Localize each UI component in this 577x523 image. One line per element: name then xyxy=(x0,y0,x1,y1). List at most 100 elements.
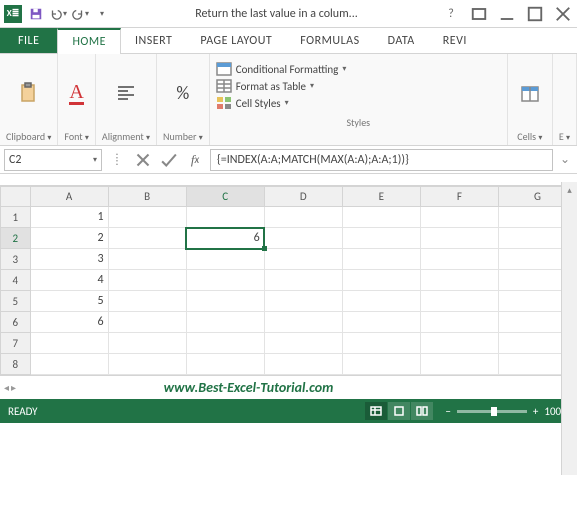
cell-C5[interactable] xyxy=(186,291,264,312)
expand-formula-bar-button[interactable]: ⌄ xyxy=(557,152,573,167)
tab-data[interactable]: DATA xyxy=(374,28,429,53)
cell-D4[interactable] xyxy=(264,270,342,291)
cell-E8[interactable] xyxy=(342,354,420,375)
row-header-8[interactable]: 8 xyxy=(1,354,31,375)
save-button[interactable] xyxy=(26,4,46,24)
cell-E2[interactable] xyxy=(342,228,420,249)
col-header-D[interactable]: D xyxy=(264,187,342,207)
cell-E5[interactable] xyxy=(342,291,420,312)
tab-insert[interactable]: INSERT xyxy=(121,28,186,53)
col-header-B[interactable]: B xyxy=(108,187,186,207)
row-header-4[interactable]: 4 xyxy=(1,270,31,291)
paste-button[interactable] xyxy=(13,79,45,107)
redo-button[interactable]: ▾ xyxy=(70,4,90,24)
cell-F3[interactable] xyxy=(420,249,498,270)
cell-F8[interactable] xyxy=(420,354,498,375)
undo-button[interactable]: ▾ xyxy=(48,4,68,24)
col-header-F[interactable]: F xyxy=(420,187,498,207)
cell-D2[interactable] xyxy=(264,228,342,249)
cell-A7[interactable] xyxy=(30,333,108,354)
ribbon-display-button[interactable] xyxy=(469,4,489,24)
cell-C1[interactable] xyxy=(186,207,264,228)
zoom-slider[interactable] xyxy=(457,410,527,413)
row-header-2[interactable]: 2 xyxy=(1,228,31,249)
tab-home[interactable]: HOME xyxy=(57,28,121,54)
formula-input[interactable]: {=INDEX(A:A;MATCH(MAX(A:A);A:A;1))} xyxy=(210,149,553,171)
page-break-view-button[interactable] xyxy=(411,402,433,420)
row-header-3[interactable]: 3 xyxy=(1,249,31,270)
cell-B8[interactable] xyxy=(108,354,186,375)
col-header-C[interactable]: C xyxy=(186,187,264,207)
row-header-5[interactable]: 5 xyxy=(1,291,31,312)
cell-A3[interactable]: 3 xyxy=(30,249,108,270)
col-header-E[interactable]: E xyxy=(342,187,420,207)
cell-D1[interactable] xyxy=(264,207,342,228)
cell-D6[interactable] xyxy=(264,312,342,333)
cell-F5[interactable] xyxy=(420,291,498,312)
tab-formulas[interactable]: FORMULAS xyxy=(286,28,373,53)
cell-D8[interactable] xyxy=(264,354,342,375)
cell-A1[interactable]: 1 xyxy=(30,207,108,228)
cell-F1[interactable] xyxy=(420,207,498,228)
normal-view-button[interactable] xyxy=(365,402,387,420)
cell-B3[interactable] xyxy=(108,249,186,270)
cell-styles-button[interactable]: Cell Styles ▾ xyxy=(216,96,501,110)
row-header-6[interactable]: 6 xyxy=(1,312,31,333)
cell-A8[interactable] xyxy=(30,354,108,375)
maximize-button[interactable] xyxy=(525,4,545,24)
cell-B6[interactable] xyxy=(108,312,186,333)
cell-E4[interactable] xyxy=(342,270,420,291)
formula-functions-dropdown[interactable]: ⁞ xyxy=(106,149,128,171)
cell-F7[interactable] xyxy=(420,333,498,354)
cell-D3[interactable] xyxy=(264,249,342,270)
cell-C7[interactable] xyxy=(186,333,264,354)
tab-review[interactable]: REVI xyxy=(429,28,481,53)
cell-F2[interactable] xyxy=(420,228,498,249)
number-button[interactable]: % xyxy=(172,80,193,106)
font-button[interactable]: A xyxy=(65,79,87,107)
sheet-nav[interactable]: ◂▸ xyxy=(0,381,20,394)
conditional-formatting-button[interactable]: Conditional Formatting ▾ xyxy=(216,62,501,76)
cell-E7[interactable] xyxy=(342,333,420,354)
cell-B7[interactable] xyxy=(108,333,186,354)
select-all-cell[interactable] xyxy=(1,187,31,207)
page-layout-view-button[interactable] xyxy=(388,402,410,420)
cell-E3[interactable] xyxy=(342,249,420,270)
cell-A4[interactable]: 4 xyxy=(30,270,108,291)
cell-C4[interactable] xyxy=(186,270,264,291)
format-as-table-button[interactable]: Format as Table ▾ xyxy=(216,79,501,93)
cell-F4[interactable] xyxy=(420,270,498,291)
cell-A5[interactable]: 5 xyxy=(30,291,108,312)
insert-function-button[interactable]: fx xyxy=(184,149,206,171)
row-header-1[interactable]: 1 xyxy=(1,207,31,228)
minimize-button[interactable] xyxy=(497,4,517,24)
tab-file[interactable]: FILE xyxy=(0,28,57,53)
tab-page-layout[interactable]: PAGE LAYOUT xyxy=(186,28,286,53)
alignment-button[interactable] xyxy=(110,79,142,107)
cell-B1[interactable] xyxy=(108,207,186,228)
cell-C3[interactable] xyxy=(186,249,264,270)
cell-B4[interactable] xyxy=(108,270,186,291)
zoom-in-button[interactable]: + xyxy=(533,405,538,418)
close-button[interactable] xyxy=(553,4,573,24)
qat-customize-button[interactable]: ▾ xyxy=(92,4,112,24)
cell-C2[interactable]: 6 xyxy=(186,228,264,249)
cell-A2[interactable]: 2 xyxy=(30,228,108,249)
vertical-scrollbar[interactable]: ▴ xyxy=(561,182,577,475)
cells-button[interactable] xyxy=(514,79,546,107)
cell-F6[interactable] xyxy=(420,312,498,333)
cell-A6[interactable]: 6 xyxy=(30,312,108,333)
enter-formula-button[interactable] xyxy=(158,149,180,171)
scroll-up-icon[interactable]: ▴ xyxy=(562,182,577,198)
cell-C8[interactable] xyxy=(186,354,264,375)
col-header-A[interactable]: A xyxy=(30,187,108,207)
zoom-out-button[interactable]: − xyxy=(445,405,450,418)
cell-E6[interactable] xyxy=(342,312,420,333)
cell-E1[interactable] xyxy=(342,207,420,228)
cell-B5[interactable] xyxy=(108,291,186,312)
cell-C6[interactable] xyxy=(186,312,264,333)
name-box[interactable]: C2 ▾ xyxy=(4,149,102,171)
cell-B2[interactable] xyxy=(108,228,186,249)
help-button[interactable]: ? xyxy=(441,4,461,24)
cell-D5[interactable] xyxy=(264,291,342,312)
